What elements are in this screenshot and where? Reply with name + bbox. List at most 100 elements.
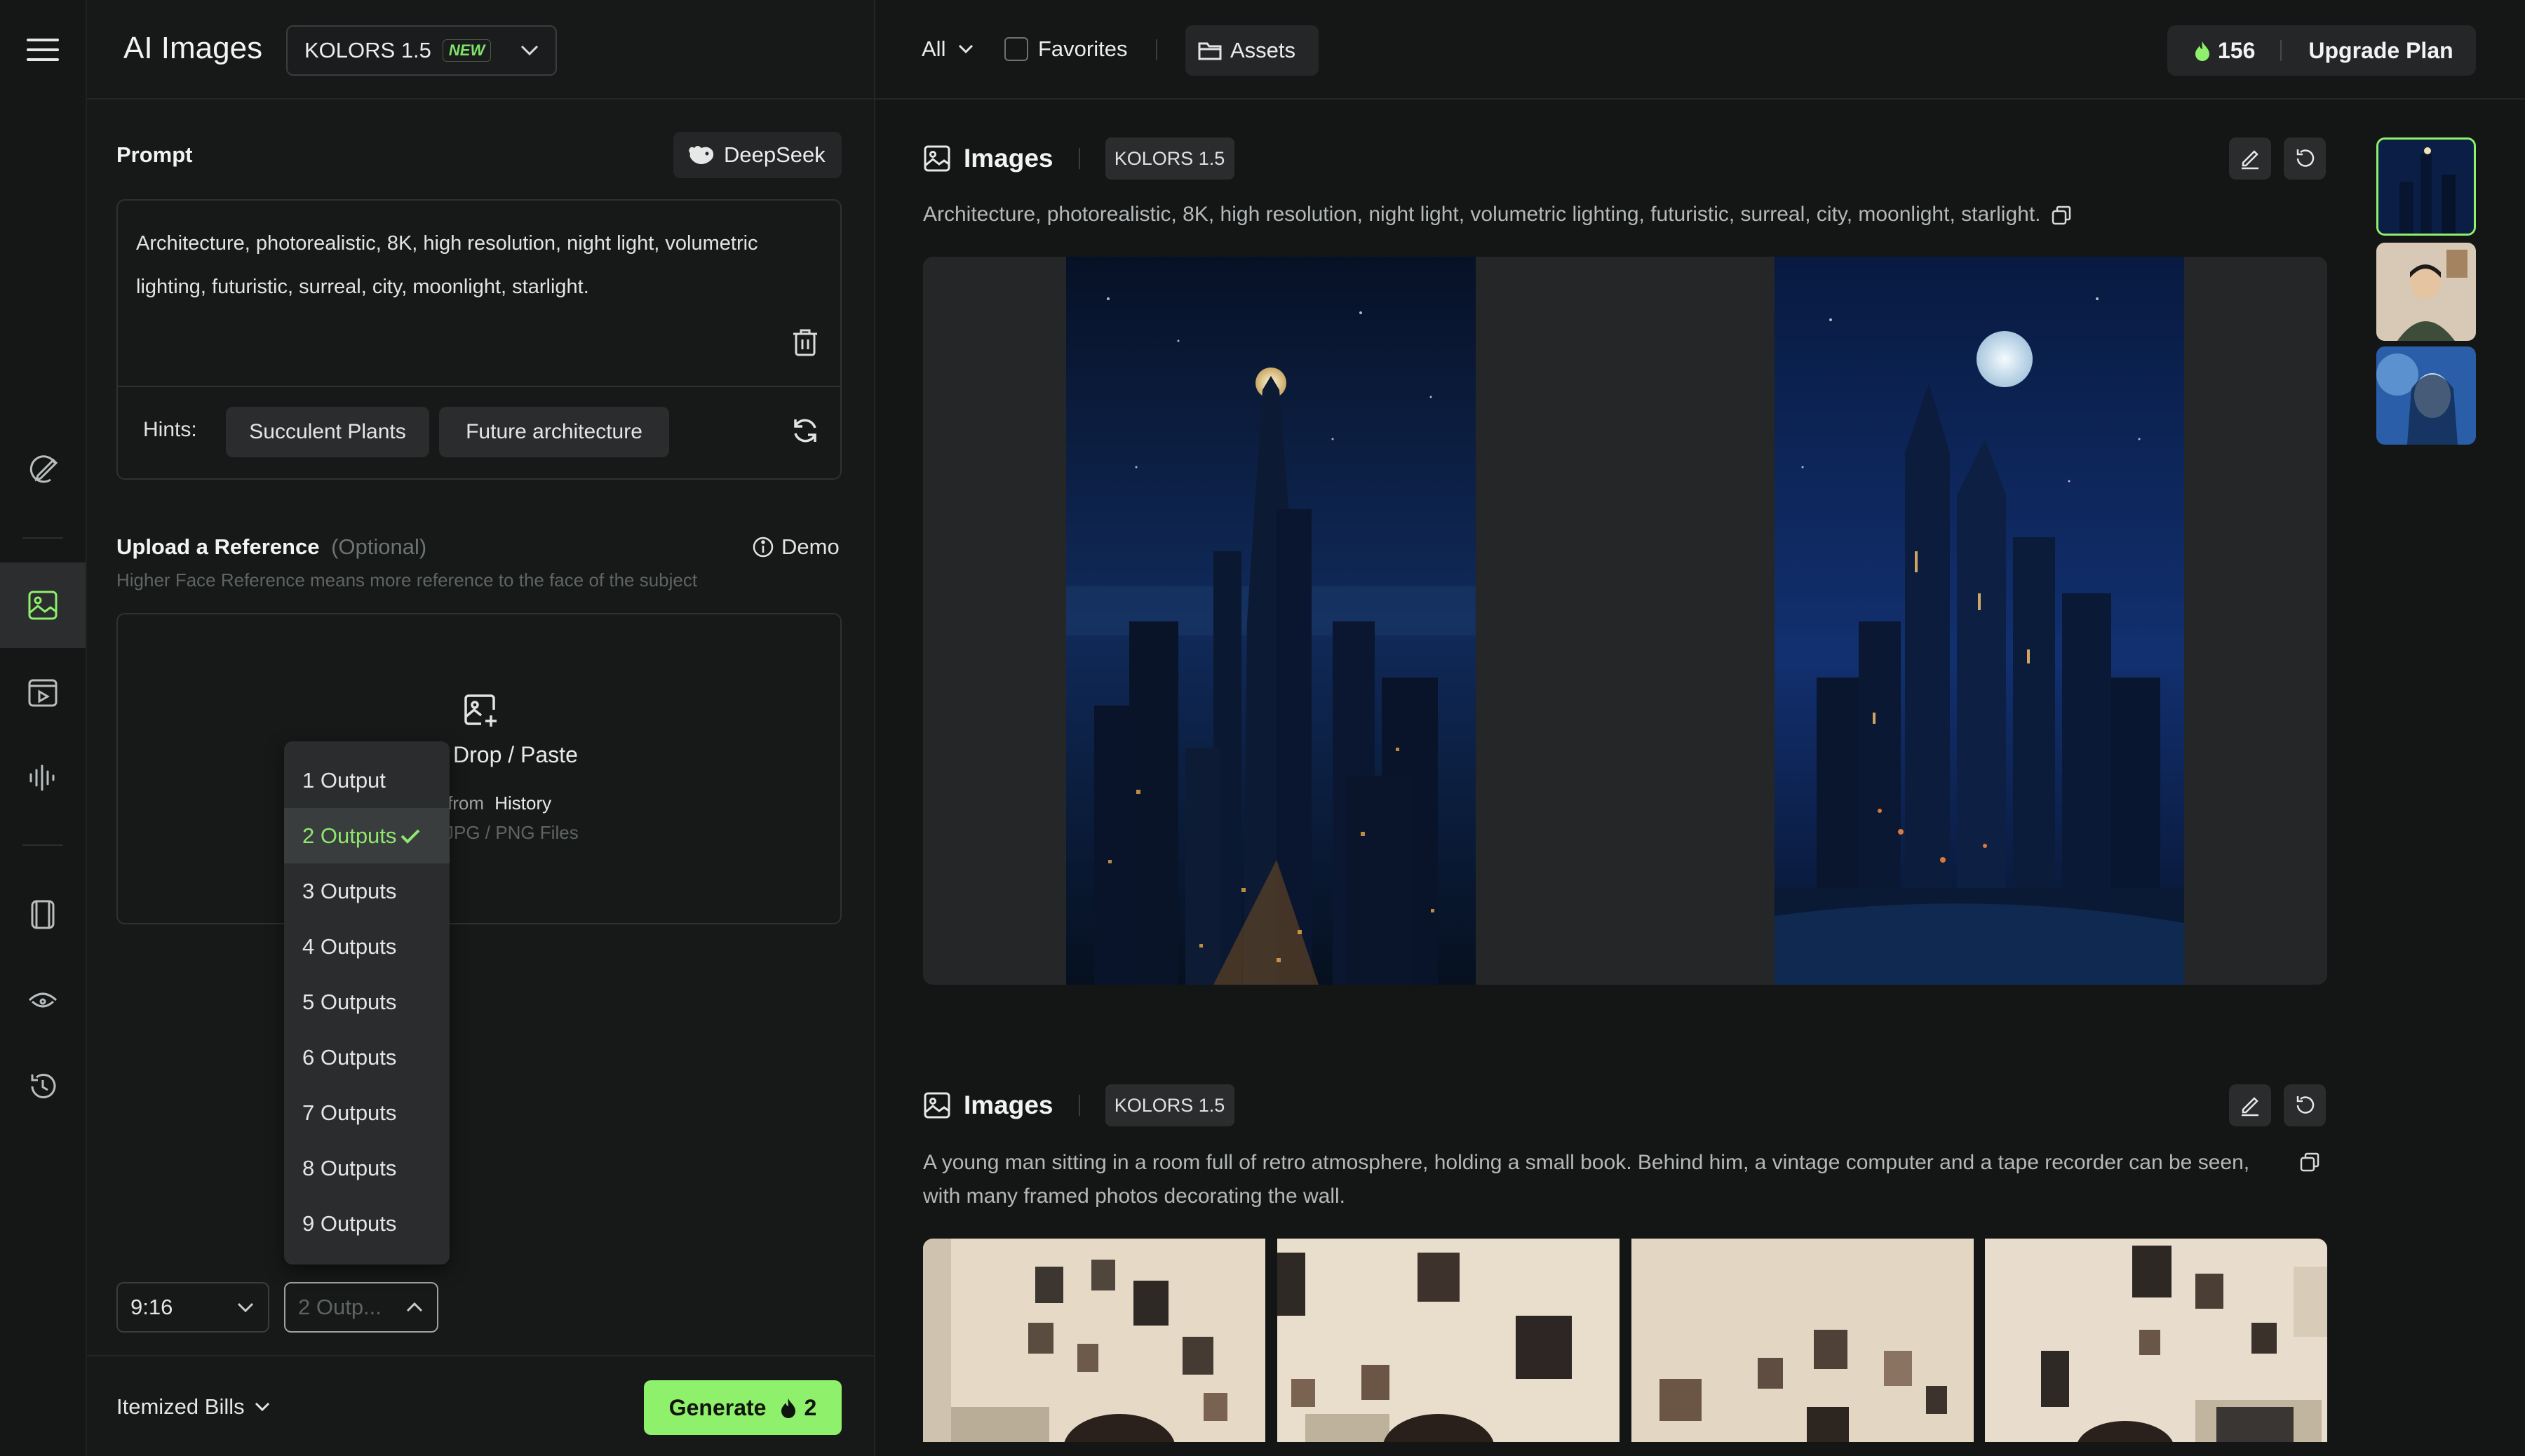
assets-label: Assets: [1230, 38, 1296, 62]
deepseek-button[interactable]: DeepSeek: [673, 132, 842, 178]
hint-chip-future-architecture[interactable]: Future architecture: [439, 407, 669, 457]
generation-panel: AI Images KOLORS 1.5 NEW Prompt DeepSeek…: [87, 0, 875, 1456]
favorites-label: Favorites: [1038, 36, 1128, 61]
generated-image-4[interactable]: [1277, 1239, 1620, 1442]
history-thumbnail-3[interactable]: [2376, 346, 2476, 445]
reference-drop-zone[interactable]: Drop / Paste from History JPG / PNG File…: [116, 613, 842, 924]
retro-room-image: [923, 1239, 1265, 1442]
dropdown-option-2-outputs[interactable]: 2 Outputs: [284, 808, 450, 863]
history-thumbnail-2[interactable]: [2376, 243, 2476, 341]
new-badge: NEW: [442, 39, 492, 62]
generated-image-1[interactable]: [1066, 257, 1476, 985]
history-icon: [31, 1074, 56, 1098]
dropdown-option-6-outputs[interactable]: 6 Outputs: [284, 1030, 450, 1085]
card-1-header: Images KOLORS 1.5: [923, 137, 1234, 180]
card-1-prompt: Architecture, photorealistic, 8K, high r…: [923, 198, 2072, 231]
assets-button[interactable]: Assets: [1185, 25, 1319, 76]
clear-prompt-button[interactable]: [788, 325, 822, 359]
favorites-filter[interactable]: Favorites: [1004, 36, 1127, 62]
credits-balance[interactable]: 156: [2167, 38, 2255, 64]
model-select[interactable]: KOLORS 1.5 NEW: [286, 25, 557, 76]
generated-image-2[interactable]: [1775, 257, 2184, 985]
itemized-bills-label: Itemized Bills: [116, 1394, 245, 1419]
prompt-textarea[interactable]: Architecture, photorealistic, 8K, high r…: [136, 222, 809, 309]
image-icon: [28, 591, 58, 620]
night-city-image: [1066, 257, 1476, 985]
rail-audio-button[interactable]: [0, 735, 86, 821]
filter-value: All: [922, 36, 946, 61]
rail-video-button[interactable]: [0, 649, 86, 735]
card-2-title: Images: [964, 1091, 1053, 1119]
demo-link[interactable]: Demo: [752, 534, 840, 560]
dropdown-option-label: 2 Outputs: [302, 823, 397, 848]
deepseek-whale-icon: [689, 146, 714, 164]
reference-label: Upload a Reference: [116, 534, 320, 559]
refresh-hints-button[interactable]: [788, 414, 822, 447]
dropdown-option-3-outputs[interactable]: 3 Outputs: [284, 863, 450, 919]
rail-effects-button[interactable]: [0, 958, 86, 1044]
generate-cost: 2: [804, 1394, 817, 1420]
history-link[interactable]: History: [494, 793, 551, 814]
hint-chip-succulent-plants[interactable]: Succulent Plants: [226, 407, 429, 457]
rail-edit-button[interactable]: [0, 426, 86, 512]
model-select-value: KOLORS 1.5: [304, 38, 431, 62]
dropdown-option-9-outputs[interactable]: 9 Outputs: [284, 1196, 450, 1251]
checkmark-icon: [401, 829, 420, 844]
card-2-prompt-line-2: with many framed photos decorating the w…: [923, 1185, 1345, 1208]
dropdown-option-7-outputs[interactable]: 7 Outputs: [284, 1085, 450, 1140]
results-topbar: All Favorites Assets 156 Upgrade Plan: [875, 0, 2525, 100]
outputs-select[interactable]: 2 Outp...: [284, 1282, 438, 1333]
chevron-up-icon: [406, 1302, 423, 1312]
flame-icon: [2195, 41, 2209, 61]
rail-history-button[interactable]: [0, 1044, 86, 1129]
card-2-header: Images KOLORS 1.5: [923, 1084, 1234, 1126]
generated-image-5[interactable]: [1631, 1239, 1974, 1442]
favorites-checkbox[interactable]: [1004, 37, 1028, 61]
copy-icon[interactable]: [2299, 1152, 2320, 1173]
audio-wave-icon: [29, 764, 55, 791]
card-1-prompt-text: Architecture, photorealistic, 8K, high r…: [923, 203, 2041, 226]
rotate-icon: [2296, 1096, 2315, 1114]
retro-room-image: [1985, 1239, 2327, 1442]
moonlit-skyline-image: [1775, 257, 2184, 985]
menu-button[interactable]: [0, 7, 86, 93]
deepseek-label: DeepSeek: [724, 142, 826, 167]
page-title: AI Images: [123, 31, 263, 65]
chevron-down-icon: [520, 45, 539, 56]
prompt-box: Architecture, photorealistic, 8K, high r…: [116, 199, 842, 480]
aspect-ratio-select[interactable]: 9:16: [116, 1282, 269, 1333]
credits-bar: 156 Upgrade Plan: [2167, 25, 2476, 76]
generate-button[interactable]: Generate 2: [644, 1380, 842, 1435]
generated-image-3[interactable]: [923, 1239, 1265, 1442]
card-1-regenerate-button[interactable]: [2284, 137, 2326, 180]
card-2-prompt-line-1: A young man sitting in a room full of re…: [923, 1151, 2250, 1174]
filter-select[interactable]: All: [922, 36, 974, 62]
info-icon: [753, 537, 774, 558]
dropdown-option-4-outputs[interactable]: 4 Outputs: [284, 919, 450, 974]
card-2-edit-button[interactable]: [2229, 1084, 2271, 1126]
history-thumbnail-1[interactable]: [2376, 137, 2476, 236]
generate-label: Generate: [668, 1394, 767, 1420]
image-icon: [924, 145, 950, 172]
pen-circle-icon: [29, 455, 58, 483]
itemized-bills-toggle[interactable]: Itemized Bills: [116, 1394, 270, 1420]
rail-library-button[interactable]: [0, 872, 86, 957]
copy-icon[interactable]: [2051, 205, 2072, 226]
card-1-edit-button[interactable]: [2229, 137, 2271, 180]
dropdown-option-5-outputs[interactable]: 5 Outputs: [284, 974, 450, 1030]
video-icon: [28, 679, 58, 707]
refresh-icon: [794, 419, 816, 443]
card-2-regenerate-button[interactable]: [2284, 1084, 2326, 1126]
dropdown-option-1-output[interactable]: 1 Output: [284, 753, 450, 808]
thumbnail-city-image: [2378, 140, 2474, 234]
dropdown-option-8-outputs[interactable]: 8 Outputs: [284, 1140, 450, 1196]
generated-image-6[interactable]: [1985, 1239, 2327, 1442]
upgrade-plan-button[interactable]: Upgrade Plan: [2308, 38, 2453, 64]
card-2-model-tag: KOLORS 1.5: [1105, 1084, 1234, 1126]
book-icon: [31, 900, 55, 929]
reference-heading: Upload a Reference (Optional): [116, 534, 426, 560]
pencil-icon: [2242, 150, 2258, 170]
retro-room-image: [1631, 1239, 1974, 1442]
rail-images-button[interactable]: [0, 562, 86, 648]
chevron-down-icon: [255, 1402, 269, 1412]
